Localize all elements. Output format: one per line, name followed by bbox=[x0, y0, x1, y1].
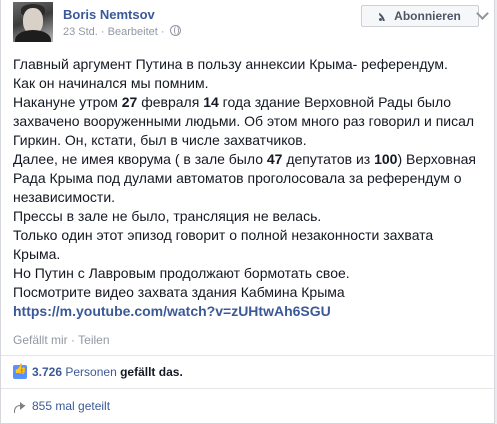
post-text-line: Как он начинался мы помним. bbox=[13, 74, 483, 93]
bold-number: 27 bbox=[121, 94, 138, 110]
likes-suffix: gefällt das. bbox=[120, 365, 183, 379]
actions-separator: · bbox=[71, 333, 76, 347]
bold-number: 47 bbox=[266, 151, 283, 167]
post-text-line: Крыма. bbox=[13, 245, 483, 264]
bold-number: 100 bbox=[374, 151, 398, 167]
likes-personen[interactable]: Personen bbox=[65, 365, 116, 379]
text-segment: Гиркин. Он, кстати, был в числе захватчи… bbox=[13, 132, 307, 148]
divider-2 bbox=[1, 388, 496, 389]
post-text-line: Накануне утром 27 февраля 14 года здание… bbox=[13, 93, 483, 112]
subscribe-label: Abonnieren bbox=[394, 9, 461, 23]
chevron-down-icon[interactable] bbox=[472, 5, 492, 25]
post-text-line: Только один этот эпизод говорит о полной… bbox=[13, 226, 483, 245]
subscribe-button[interactable]: Abonnieren bbox=[361, 5, 479, 27]
text-segment: Но Путин с Лавровым продолжают бормотать… bbox=[13, 265, 350, 281]
text-segment: Далее, не имея кворума ( в зале было bbox=[13, 151, 267, 167]
text-segment: Крыма. bbox=[13, 246, 61, 262]
post-card: Boris Nemtsov 23 Std. · Bearbeitet · Abo… bbox=[0, 0, 496, 424]
post-text: Главный аргумент Путина в пользу аннекси… bbox=[13, 55, 483, 321]
text-segment: Главный аргумент Путина в пользу аннекси… bbox=[13, 56, 448, 72]
post-actions: Gefällt mir · Teilen bbox=[13, 333, 110, 347]
text-segment: Как он начинался мы помним. bbox=[13, 75, 209, 91]
shares-row[interactable]: 855 mal geteilt bbox=[13, 399, 110, 413]
text-segment: депутатов из bbox=[282, 151, 375, 167]
post-time[interactable]: 23 Std. bbox=[63, 26, 98, 38]
text-segment: ) Верховная bbox=[397, 151, 476, 167]
divider bbox=[1, 355, 496, 356]
text-segment: Прессы в зале не было, трансляция не вел… bbox=[13, 208, 322, 224]
post-link-line: https://m.youtube.com/watch?v=zUHtwAh6SG… bbox=[13, 302, 483, 321]
bold-number: 14 bbox=[203, 94, 219, 110]
text-segment: февраля bbox=[137, 94, 204, 110]
post-text-line: Далее, не имея кворума ( в зале было 47 … bbox=[13, 150, 483, 169]
like-link[interactable]: Gefällt mir bbox=[13, 333, 68, 347]
text-segment: Накануне утром bbox=[13, 94, 122, 110]
post-text-line: Но Путин с Лавровым продолжают бормотать… bbox=[13, 264, 483, 283]
text-segment: Посмотрите видео захвата здания Кабмина … bbox=[13, 284, 345, 300]
post-meta: 23 Std. · Bearbeitet · bbox=[63, 25, 181, 38]
post-text-line: Рада Крыма под дулами автоматов проголос… bbox=[13, 169, 483, 188]
text-segment: захвачено вооруженными людьми. Об этом м… bbox=[13, 113, 475, 129]
likes-row: 3.726 Personen gefällt das. bbox=[13, 364, 183, 379]
text-segment: Рада Крыма под дулами автоматов проголос… bbox=[13, 170, 462, 186]
post-text-line: Гиркин. Он, кстати, был в числе захватчи… bbox=[13, 131, 483, 150]
share-arrow-icon bbox=[13, 401, 26, 413]
post-text-line: захвачено вооруженными людьми. Об этом м… bbox=[13, 112, 483, 131]
avatar-shoulders bbox=[15, 30, 51, 42]
meta-separator: · bbox=[100, 26, 105, 38]
meta-separator-2: · bbox=[160, 26, 165, 38]
shares-count[interactable]: 855 mal geteilt bbox=[32, 399, 110, 413]
post-text-line: Главный аргумент Путина в пользу аннекси… bbox=[13, 55, 483, 74]
post-text-line: Посмотрите видео захвата здания Кабмина … bbox=[13, 283, 483, 302]
share-link[interactable]: Teilen bbox=[78, 333, 109, 347]
text-segment: независимости. bbox=[13, 189, 116, 205]
edited-label[interactable]: Bearbeitet bbox=[108, 26, 158, 38]
post-header: Boris Nemtsov 23 Std. · Bearbeitet · Abo… bbox=[13, 0, 484, 44]
rss-icon bbox=[379, 11, 389, 21]
youtube-link[interactable]: https://m.youtube.com/watch?v=zUHtwAh6SG… bbox=[13, 303, 331, 319]
author-name[interactable]: Boris Nemtsov bbox=[63, 7, 155, 22]
like-thumb-icon bbox=[13, 364, 27, 379]
avatar[interactable] bbox=[13, 2, 53, 42]
text-segment: года здание Верховной Рады было bbox=[218, 94, 452, 110]
text-segment: Только один этот эпизод говорит о полной… bbox=[13, 227, 434, 243]
globe-icon[interactable] bbox=[169, 25, 181, 36]
post-text-line: независимости. bbox=[13, 188, 483, 207]
post-text-line: Прессы в зале не было, трансляция не вел… bbox=[13, 207, 483, 226]
likes-count[interactable]: 3.726 bbox=[32, 365, 62, 379]
